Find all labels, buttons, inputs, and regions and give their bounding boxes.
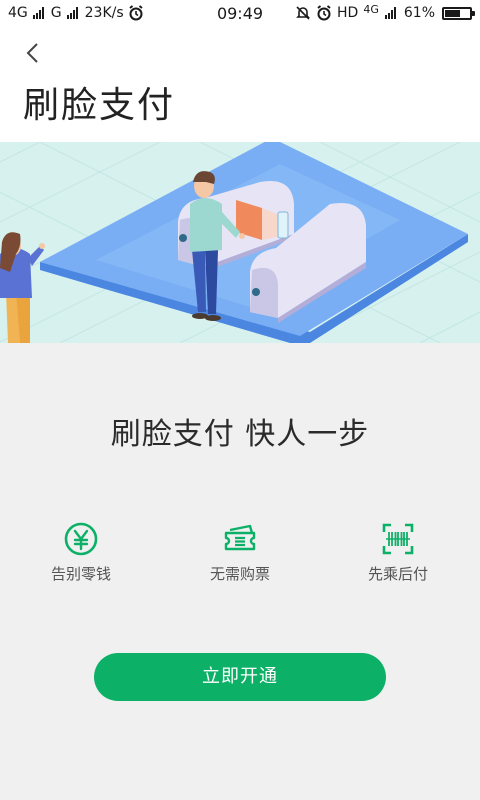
signal-strength-icon <box>384 7 396 19</box>
mute-icon <box>296 6 310 20</box>
battery-level <box>445 9 460 17</box>
feature-ride-first: 先乘后付 <box>338 521 458 584</box>
battery-percent: 61% <box>403 5 435 21</box>
feature-no-ticket: 无需购票 <box>180 521 300 584</box>
main-content: 刷脸支付 快人一步 告别零钱 无需购票 先乘后付 立即开通 <box>0 343 480 800</box>
hd-indicator: HD <box>337 5 359 21</box>
hero-illustration <box>0 142 480 343</box>
ticket-icon <box>224 524 256 551</box>
status-right: HD 4G 61% <box>295 2 475 21</box>
battery-icon <box>442 6 475 20</box>
alarm-icon <box>317 5 331 21</box>
face-pay-turnstile-illustration <box>0 142 480 343</box>
headline: 刷脸支付 快人一步 <box>110 417 370 452</box>
page-title: 刷脸支付 <box>23 85 176 126</box>
status-bar: 4G G 23K/s 09:49 HD 4G 61% <box>0 0 480 28</box>
scan-barcode-icon <box>382 523 414 555</box>
network-type-3: 4G <box>363 2 379 16</box>
chevron-left-icon[interactable] <box>18 38 48 68</box>
feature-no-change: 告别零钱 <box>21 521 141 584</box>
feature-label: 先乘后付 <box>367 565 428 583</box>
activate-button[interactable]: 立即开通 <box>94 653 386 701</box>
feature-label: 告别零钱 <box>50 565 111 583</box>
page-header: 刷脸支付 <box>0 28 480 142</box>
yuan-coin-icon <box>64 522 98 556</box>
feature-label: 无需购票 <box>209 565 270 583</box>
